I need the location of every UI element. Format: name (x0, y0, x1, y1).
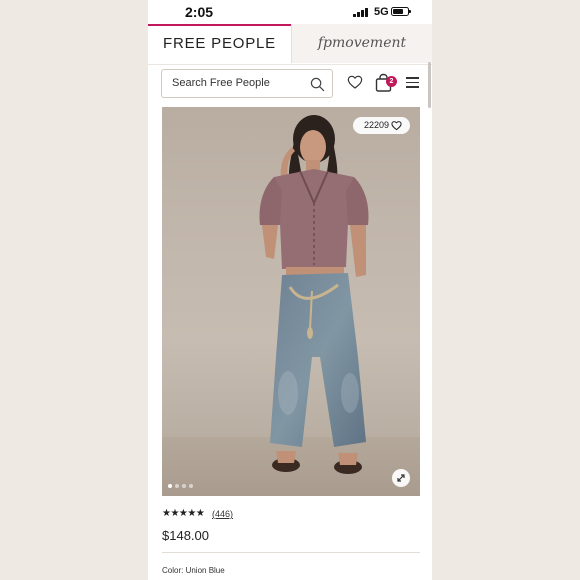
search-placeholder: Search Free People (172, 77, 270, 89)
product-image[interactable]: 22209 (162, 107, 420, 496)
tab-free-people[interactable]: FREE PEOPLE (148, 24, 291, 63)
details-divider (162, 552, 420, 553)
search-icon[interactable] (310, 77, 325, 92)
carousel-dot[interactable] (182, 484, 186, 488)
network-label: 5G (374, 6, 389, 18)
tab-fp-movement[interactable]: fpmovement (291, 24, 432, 63)
favorites-chip[interactable]: 22209 (353, 117, 410, 134)
scrollbar[interactable] (428, 62, 431, 108)
bag-count-badge: 2 (386, 76, 397, 87)
expand-image-button[interactable] (392, 469, 410, 487)
model-photo (162, 115, 420, 496)
search-input[interactable]: Search Free People (161, 69, 333, 98)
expand-icon (397, 474, 405, 482)
favorites-count: 22209 (364, 120, 390, 130)
reviews-link[interactable]: (446) (212, 509, 233, 519)
battery-icon (391, 7, 411, 16)
rating-stars: ★★★★★ (162, 508, 205, 519)
header-divider (148, 64, 432, 65)
carousel-dots[interactable] (168, 484, 208, 490)
status-bar: 2:05 5G (148, 0, 432, 24)
carousel-dot[interactable] (168, 484, 172, 488)
hamburger-menu-icon[interactable] (406, 77, 419, 88)
status-time: 2:05 (185, 4, 214, 20)
heart-icon[interactable] (347, 74, 363, 90)
shopping-bag-button[interactable]: 2 (375, 73, 397, 93)
carousel-dot[interactable] (189, 484, 193, 488)
carousel-dot[interactable] (175, 484, 179, 488)
color-label: Color: Union Blue (162, 566, 225, 575)
heart-icon (391, 121, 402, 131)
product-price: $148.00 (162, 528, 209, 543)
brand-tabs: FREE PEOPLE fpmovement (148, 24, 432, 64)
signal-icon (353, 8, 369, 17)
phone-screen: 2:05 5G FREE PEOPLE fpmovement Search Fr… (148, 0, 432, 580)
